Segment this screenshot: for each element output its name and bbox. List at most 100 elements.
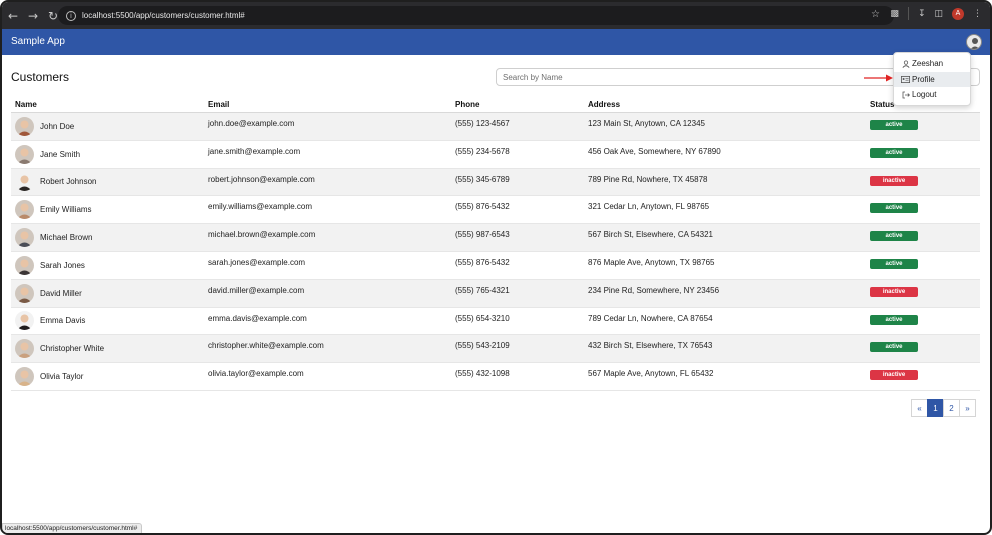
customer-address: 123 Main St, Anytown, CA 12345 — [588, 119, 705, 128]
avatar — [15, 339, 34, 359]
menu-item-label: Profile — [912, 74, 935, 84]
app-title[interactable]: Sample App — [11, 36, 65, 47]
status-badge: active — [870, 314, 918, 325]
customer-email: emma.davis@example.com — [208, 313, 307, 323]
status-badge: active — [870, 342, 918, 353]
id-card-icon — [901, 75, 910, 84]
column-header-email: Email — [208, 99, 230, 109]
kebab-menu-icon[interactable]: ⋮ — [973, 9, 982, 19]
customer-address: 567 Maple Ave, Anytown, FL 65432 — [588, 369, 714, 379]
forward-icon[interactable]: → — [24, 7, 42, 25]
customer-name: Emma Davis — [40, 316, 86, 326]
customer-name: David Miller — [40, 288, 82, 298]
table-row: John Doe john.doe@example.com (555) 123-45… — [11, 113, 980, 141]
menu-item-label: Zeeshan — [912, 59, 944, 69]
status-badge: active — [870, 120, 918, 130]
table-row: Emily Williams emily.williams@example.com… — [11, 196, 980, 225]
customer-email: emily.williams@example.com — [208, 202, 312, 212]
avatar — [15, 144, 34, 164]
cell-status: active — [866, 141, 976, 158]
customer-email: jane.smith@example.com — [208, 146, 301, 156]
download-icon[interactable]: ↧ — [918, 9, 926, 19]
customer-email: christopher.white@example.com — [208, 341, 324, 351]
customer-email: john.doe@example.com — [208, 119, 295, 128]
side-panel-icon[interactable]: ◫ — [934, 9, 943, 19]
avatar — [15, 311, 34, 331]
table-row: Olivia Taylor olivia.taylor@example.com (5… — [11, 363, 980, 391]
cell-name: Olivia Taylor — [11, 367, 204, 387]
pagination-page-2[interactable]: 2 — [943, 399, 960, 417]
column-header-name: Name — [15, 99, 37, 109]
cell-status: active — [866, 113, 976, 130]
customer-name: Robert Johnson — [40, 177, 97, 187]
status-badge: active — [870, 231, 918, 242]
avatar — [15, 116, 34, 136]
pagination-page-1[interactable]: 1 — [927, 399, 944, 417]
menu-item-profile[interactable]: Profile — [894, 71, 970, 87]
browser-profile-avatar[interactable]: A — [952, 7, 964, 20]
customer-phone: (555) 543-2109 — [455, 341, 510, 351]
avatar — [15, 283, 34, 303]
cell-name: Sarah Jones — [11, 255, 204, 275]
menu-item-username[interactable]: Zeeshan — [894, 56, 970, 72]
cell-name: Christopher White — [11, 339, 204, 359]
customer-name: John Doe — [40, 121, 75, 131]
cell-name: Emily Williams — [11, 200, 204, 220]
customer-address: 456 Oak Ave, Somewhere, NY 67890 — [588, 146, 721, 156]
browser-toolbar: ← → ↻ i localhost:5500/app/customers/cus… — [2, 2, 990, 29]
avatar — [15, 172, 34, 192]
address-bar[interactable]: i localhost:5500/app/customers/customer.… — [58, 6, 894, 25]
table-row: Christopher White christopher.white@examp… — [11, 335, 980, 364]
customer-name: Emily Williams — [40, 205, 92, 215]
back-icon[interactable]: ← — [4, 7, 22, 25]
customer-phone: (555) 876-5432 — [455, 257, 510, 267]
cell-status: active — [866, 252, 976, 269]
status-badge: active — [870, 258, 918, 269]
extensions-icon[interactable]: ▩ — [890, 9, 899, 19]
customer-address: 567 Birch St, Elsewhere, CA 54321 — [588, 230, 713, 240]
app-header: Sample App — [2, 29, 990, 55]
customer-phone: (555) 345-6789 — [455, 174, 510, 184]
menu-item-label: Logout — [912, 90, 937, 100]
cell-status: active — [866, 308, 976, 325]
page-title: Customers — [11, 70, 70, 84]
customer-phone: (555) 654-3210 — [455, 313, 510, 323]
pagination-prev-button[interactable]: « — [911, 399, 928, 417]
avatar — [15, 255, 34, 275]
status-badge: inactive — [870, 175, 918, 186]
customer-name: Jane Smith — [40, 149, 81, 159]
cell-name: Jane Smith — [11, 144, 204, 164]
customer-email: david.miller@example.com — [208, 285, 305, 295]
cell-name: David Miller — [11, 283, 204, 303]
customer-email: michael.brown@example.com — [208, 230, 316, 240]
user-avatar-button[interactable] — [966, 34, 982, 50]
status-badge: active — [870, 203, 918, 214]
table-row: Robert Johnson robert.johnson@example.com… — [11, 168, 980, 197]
site-info-icon[interactable]: i — [66, 10, 76, 21]
bookmark-star-icon[interactable]: ☆ — [871, 9, 880, 20]
customers-table: Name Email Phone Address Status John Doe… — [11, 96, 980, 391]
user-dropdown-menu: Zeeshan Profile Logout — [893, 52, 971, 106]
customer-phone: (555) 234-5678 — [455, 146, 510, 156]
table-row: Jane Smith jane.smith@example.com (555) 23… — [11, 141, 980, 169]
cell-status: inactive — [866, 280, 976, 297]
customer-address: 789 Cedar Ln, Nowhere, CA 87654 — [588, 313, 713, 323]
customer-email: sarah.jones@example.com — [208, 257, 306, 267]
pagination-next-button[interactable]: » — [959, 399, 976, 417]
customer-address: 789 Pine Rd, Nowhere, TX 45878 — [588, 174, 708, 184]
toolbar-divider — [907, 7, 909, 20]
cell-status: active — [866, 335, 976, 353]
cell-name: Robert Johnson — [11, 172, 204, 192]
cell-status: inactive — [866, 363, 976, 381]
menu-item-logout[interactable]: Logout — [894, 87, 970, 103]
avatar — [15, 367, 34, 387]
customer-name: Michael Brown — [40, 233, 93, 243]
url-text: localhost:5500/app/customers/customer.ht… — [82, 11, 245, 20]
status-bar-link: localhost:5500/app/customers/customer.ht… — [2, 523, 143, 533]
pagination: « 1 2 » — [911, 399, 976, 417]
user-icon — [901, 59, 910, 68]
avatar — [15, 228, 34, 248]
customer-address: 432 Birch St, Elsewhere, TX 76543 — [588, 341, 713, 351]
table-row: Sarah Jones sarah.jones@example.com (555) … — [11, 252, 980, 280]
table-header: Name Email Phone Address Status — [11, 96, 980, 113]
